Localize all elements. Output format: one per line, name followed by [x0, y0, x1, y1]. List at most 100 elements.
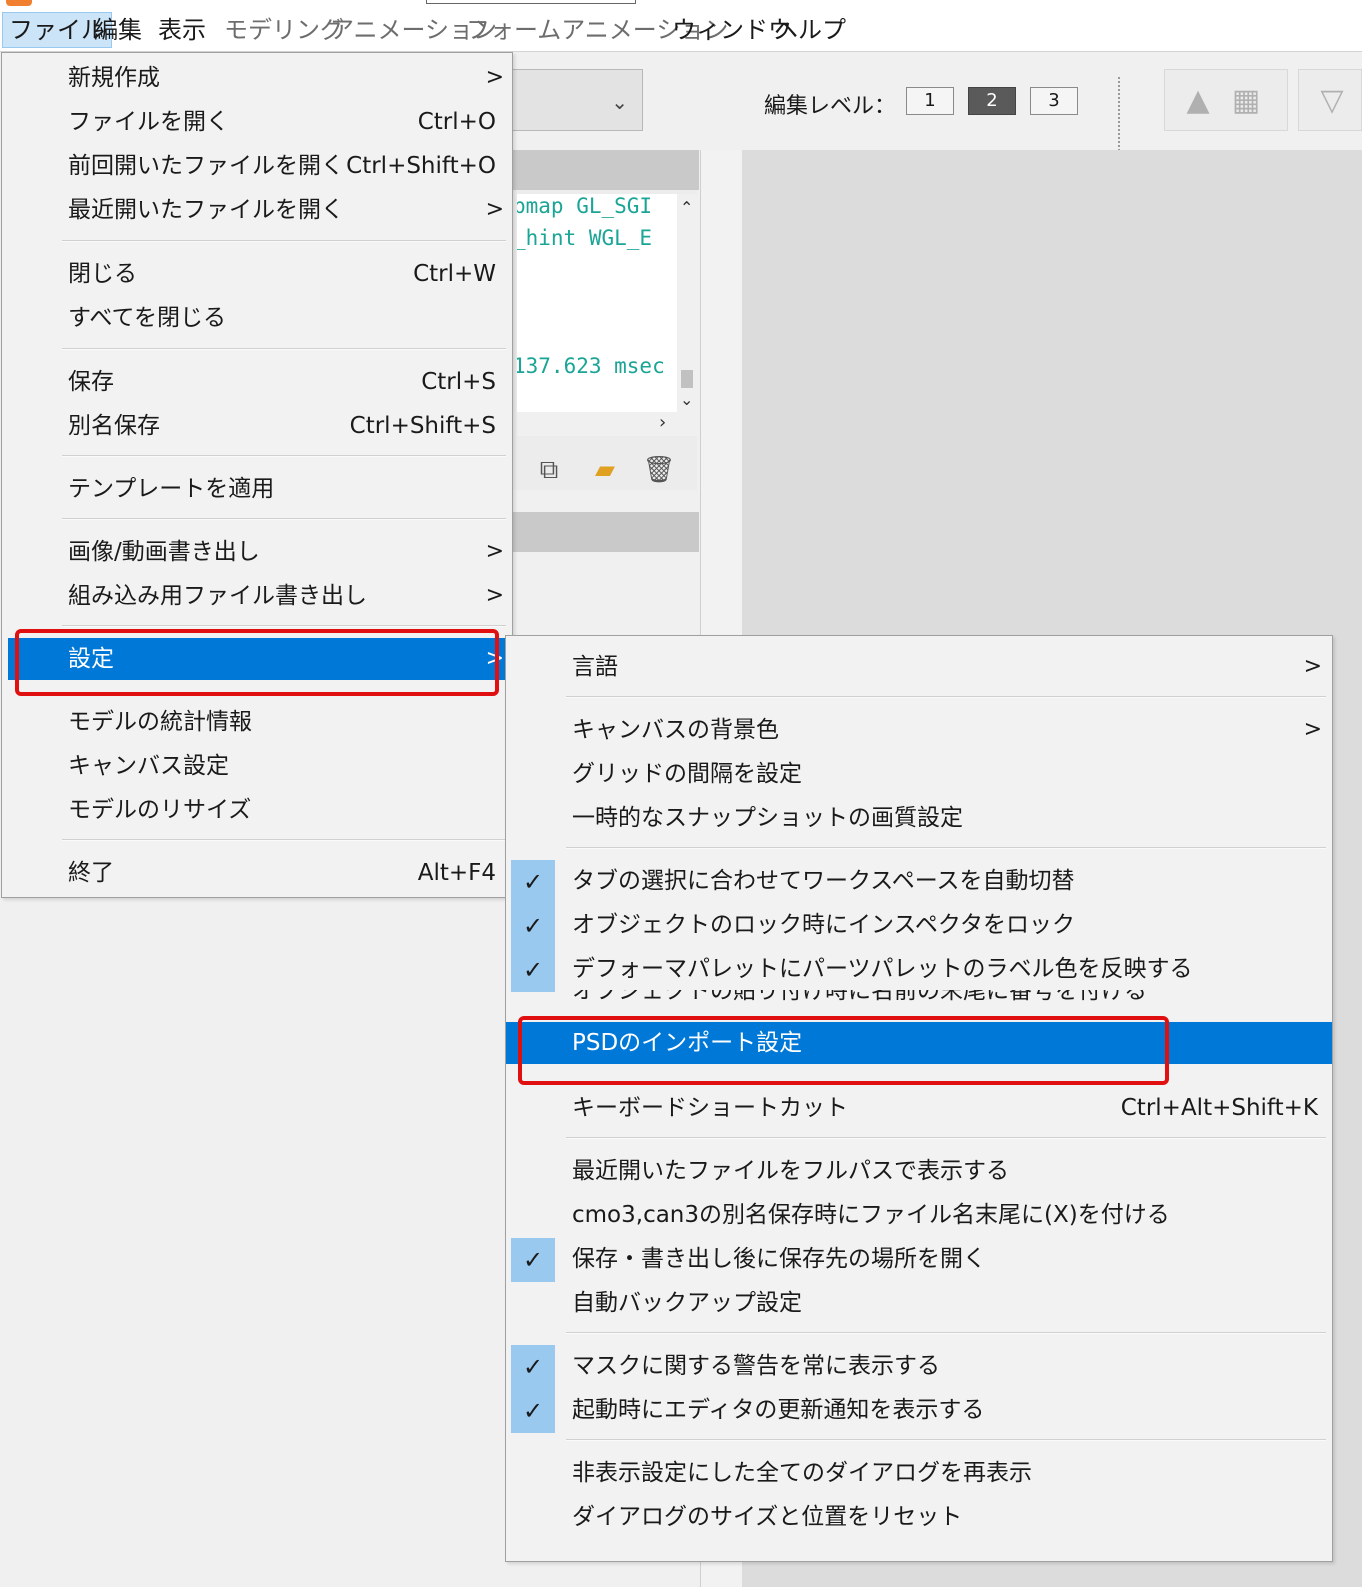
menu-item-close-all[interactable]: すべてを閉じる [2, 297, 512, 339]
scroll-down-icon[interactable]: ⌄ [680, 390, 693, 409]
menu-item-label: キーボードショートカット [572, 1095, 848, 1121]
menu-item-auto-switch-workspace[interactable]: ✓ タブの選択に合わせてワークスペースを自動切替 [506, 860, 1332, 904]
checkmark-icon: ✓ [511, 860, 555, 904]
menu-separator [566, 696, 1326, 698]
menu-item-label: 別名保存 [68, 413, 160, 439]
menu-item-label: 言語 [572, 654, 618, 680]
scroll-up-icon[interactable]: ⌃ [680, 198, 693, 217]
menu-item-mask-warning[interactable]: ✓ マスクに関する警告を常に表示する [506, 1345, 1332, 1389]
menu-item-snapshot-quality[interactable]: 一時的なスナップショットの画質設定 [506, 797, 1332, 839]
edit-level-1-button[interactable]: 1 [906, 87, 954, 115]
menu-item-apply-template[interactable]: テンプレートを適用 [2, 468, 512, 510]
menu-item-language[interactable]: 言語 > [506, 646, 1332, 688]
log-horizontal-scrollbar[interactable]: › [517, 412, 697, 436]
menu-item-shortcut: Ctrl+Shift+S [349, 413, 496, 439]
toolbar-dropdown[interactable]: ⌄ [505, 69, 643, 131]
log-vertical-scrollbar[interactable]: ⌃ ⌄ [677, 194, 697, 412]
menu-separator [62, 240, 506, 242]
menu-item-canvas-settings[interactable]: キャンバス設定 [2, 745, 512, 787]
menu-item-open-save-location[interactable]: ✓ 保存・書き出し後に保存先の場所を開く [506, 1238, 1332, 1282]
menu-item-canvas-background-color[interactable]: キャンバスの背景色 > [506, 709, 1332, 751]
menu-separator [566, 847, 1326, 849]
checkmark-icon: ✓ [511, 1345, 555, 1389]
log-output[interactable]: pmap GL_SGI _hint WGL_E 137.623 msec [517, 194, 677, 412]
menu-item-new[interactable]: 新規作成 > [2, 57, 512, 99]
scroll-right-icon[interactable]: › [659, 412, 666, 433]
menu-item-shortcut: Alt+F4 [417, 860, 496, 886]
menu-item-label: モデルのリサイズ [68, 797, 252, 823]
layers-icon[interactable]: ▦ [1227, 80, 1265, 122]
submenu-arrow-icon: > [1303, 654, 1322, 679]
menu-item-label: テンプレートを適用 [68, 476, 275, 502]
folder-icon[interactable]: ▰ [587, 452, 623, 488]
menu-item-label: デフォーマパレットにパーツパレットのラベル色を反映する [572, 956, 1193, 982]
checkmark-icon: ✓ [511, 904, 555, 948]
menu-separator [566, 1137, 1326, 1139]
menubar: ファイル 編集 表示 モデリング アニメーション フォームアニメーション ウィン… [0, 0, 1362, 52]
submenu-arrow-icon: > [1303, 717, 1322, 742]
menu-item-reshow-dialogs[interactable]: 非表示設定にした全てのダイアログを再表示 [506, 1452, 1332, 1494]
menu-item-label: cmo3,can3の別名保存時にファイル名末尾に(X)を付ける [572, 1202, 1170, 1228]
menu-item-shortcut: Ctrl+O [417, 109, 496, 135]
edit-level-3-button[interactable]: 3 [1030, 87, 1078, 115]
menu-item-update-notification[interactable]: ✓ 起動時にエディタの更新通知を表示する [506, 1389, 1332, 1433]
menu-item-export-image-video[interactable]: 画像/動画書き出し > [2, 531, 512, 573]
menu-item-label: オブジェクトのロック時にインスペクタをロック [572, 912, 1076, 938]
menu-item-grid-spacing[interactable]: グリッドの間隔を設定 [506, 753, 1332, 795]
menu-item-save[interactable]: 保存 Ctrl+S [2, 361, 512, 403]
panel-header [505, 150, 699, 190]
submenu-arrow-icon: > [485, 197, 504, 222]
submenu-arrow-icon: > [485, 583, 504, 608]
menu-item-recent-full-path[interactable]: 最近開いたファイルをフルパスで表示する [506, 1150, 1332, 1192]
menu-separator [62, 455, 506, 457]
menu-item-label: 画像/動画書き出し [68, 539, 260, 565]
menu-item-exit[interactable]: 終了 Alt+F4 [2, 852, 512, 894]
menu-item-open[interactable]: ファイルを開く Ctrl+O [2, 101, 512, 143]
menu-item-open-previous[interactable]: 前回開いたファイルを開く Ctrl+Shift+O [2, 145, 512, 187]
menu-separator [566, 1332, 1326, 1334]
menu-view[interactable]: 表示 [152, 12, 212, 48]
scroll-thumb[interactable] [681, 370, 693, 388]
mesh-icon[interactable]: ▽ [1313, 80, 1351, 122]
log-line: 137.623 msec [517, 354, 665, 378]
file-menu: 新規作成 > ファイルを開く Ctrl+O 前回開いたファイルを開く Ctrl+… [1, 52, 513, 898]
menu-item-label: 自動バックアップ設定 [572, 1290, 802, 1316]
menu-item-label: 終了 [68, 860, 114, 886]
checkmark-icon: ✓ [511, 948, 555, 992]
submenu-arrow-icon: > [485, 539, 504, 564]
menu-item-paste-numbering[interactable]: オブジェクトの貼り付け時に名前の末尾に番号を付ける [506, 990, 1332, 1004]
menu-help[interactable]: ヘルプ [768, 12, 852, 48]
log-line: _hint WGL_E [517, 226, 653, 250]
menu-item-reset-dialog-size[interactable]: ダイアログのサイズと位置をリセット [506, 1496, 1332, 1538]
window-title-bracket [426, 0, 636, 4]
menu-item-label: マスクに関する警告を常に表示する [572, 1353, 940, 1379]
menu-item-label: 非表示設定にした全てのダイアログを再表示 [572, 1460, 1032, 1486]
menu-item-auto-backup[interactable]: 自動バックアップ設定 [506, 1282, 1332, 1324]
menu-item-resize-model[interactable]: モデルのリサイズ [2, 789, 512, 831]
menu-item-model-statistics[interactable]: モデルの統計情報 [2, 701, 512, 743]
menu-item-shortcut: Ctrl+Shift+O [346, 153, 496, 179]
menu-edit[interactable]: 編集 [88, 12, 148, 48]
menu-item-shortcut: Ctrl+Alt+Shift+K [1120, 1095, 1318, 1121]
menu-item-shortcut: Ctrl+W [413, 261, 496, 287]
panel-footer [505, 512, 699, 552]
menu-item-export-embedded[interactable]: 組み込み用ファイル書き出し > [2, 575, 512, 617]
menu-item-keyboard-shortcuts[interactable]: キーボードショートカット Ctrl+Alt+Shift+K [506, 1087, 1332, 1129]
edit-level-2-button[interactable]: 2 [968, 87, 1016, 115]
menu-item-lock-inspector[interactable]: ✓ オブジェクトのロック時にインスペクタをロック [506, 904, 1332, 948]
menu-item-label: 起動時にエディタの更新通知を表示する [572, 1397, 985, 1423]
menu-item-label: 一時的なスナップショットの画質設定 [572, 805, 963, 831]
menu-separator [566, 1439, 1326, 1441]
menu-item-label: 最近開いたファイルをフルパスで表示する [572, 1158, 1009, 1184]
menu-item-label: グリッドの間隔を設定 [572, 761, 802, 787]
menu-item-label: キャンバス設定 [68, 753, 229, 779]
menu-item-open-recent[interactable]: 最近開いたファイルを開く > [2, 189, 512, 231]
trash-icon[interactable]: 🗑 [641, 452, 677, 488]
person-icon[interactable]: ▲ [1179, 80, 1217, 122]
menu-item-save-as-suffix[interactable]: cmo3,can3の別名保存時にファイル名末尾に(X)を付ける [506, 1194, 1332, 1236]
menu-item-save-as[interactable]: 別名保存 Ctrl+Shift+S [2, 405, 512, 447]
menu-item-close[interactable]: 閉じる Ctrl+W [2, 253, 512, 295]
menu-item-deformer-label-color[interactable]: ✓ デフォーマパレットにパーツパレットのラベル色を反映する [506, 948, 1332, 992]
annotation-box-settings [15, 629, 499, 696]
copy-icon[interactable]: ⧉ [531, 452, 567, 488]
